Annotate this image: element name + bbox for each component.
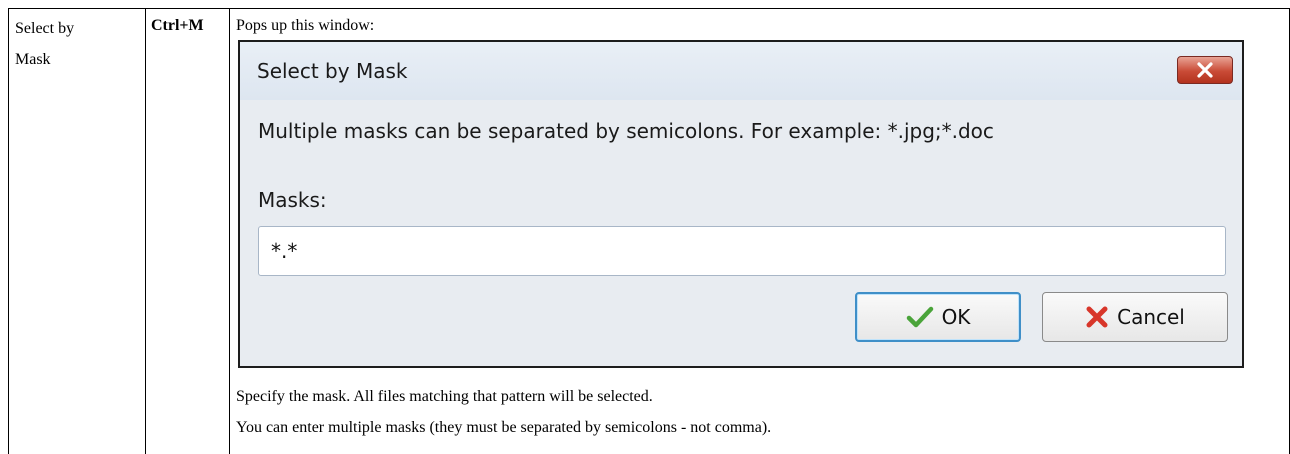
shortcut-key: Ctrl+M xyxy=(151,17,204,34)
dialog-titlebar: Select by Mask xyxy=(240,42,1242,100)
table-top-border xyxy=(8,8,1290,9)
column-divider xyxy=(145,8,146,454)
ok-button[interactable]: OK xyxy=(855,292,1021,342)
note-line: You can enter multiple masks (they must … xyxy=(236,419,772,436)
select-by-mask-dialog: Select by Mask Multiple masks can be sep… xyxy=(238,40,1244,368)
masks-label: Masks: xyxy=(258,188,327,212)
table-left-border xyxy=(8,8,9,454)
intro-text: Pops up this window: xyxy=(236,17,375,34)
ok-label: OK xyxy=(941,305,971,329)
dialog-title: Select by Mask xyxy=(257,59,408,83)
column-divider xyxy=(229,8,230,454)
close-button[interactable] xyxy=(1177,56,1233,84)
command-name-line1: Select by xyxy=(15,20,75,37)
info-text: Multiple masks can be separated by semic… xyxy=(258,119,994,143)
cancel-button[interactable]: Cancel xyxy=(1042,292,1228,342)
close-x-icon xyxy=(1197,62,1213,78)
red-x-icon xyxy=(1086,306,1108,328)
checkmark-icon xyxy=(906,306,933,328)
cancel-label: Cancel xyxy=(1117,305,1185,329)
masks-input[interactable] xyxy=(258,226,1226,276)
note-line: Specify the mask. All files matching tha… xyxy=(236,388,653,405)
command-name-line2: Mask xyxy=(15,51,51,68)
shortcut-table: Select by Mask Ctrl+M Pops up this windo… xyxy=(0,0,1290,454)
